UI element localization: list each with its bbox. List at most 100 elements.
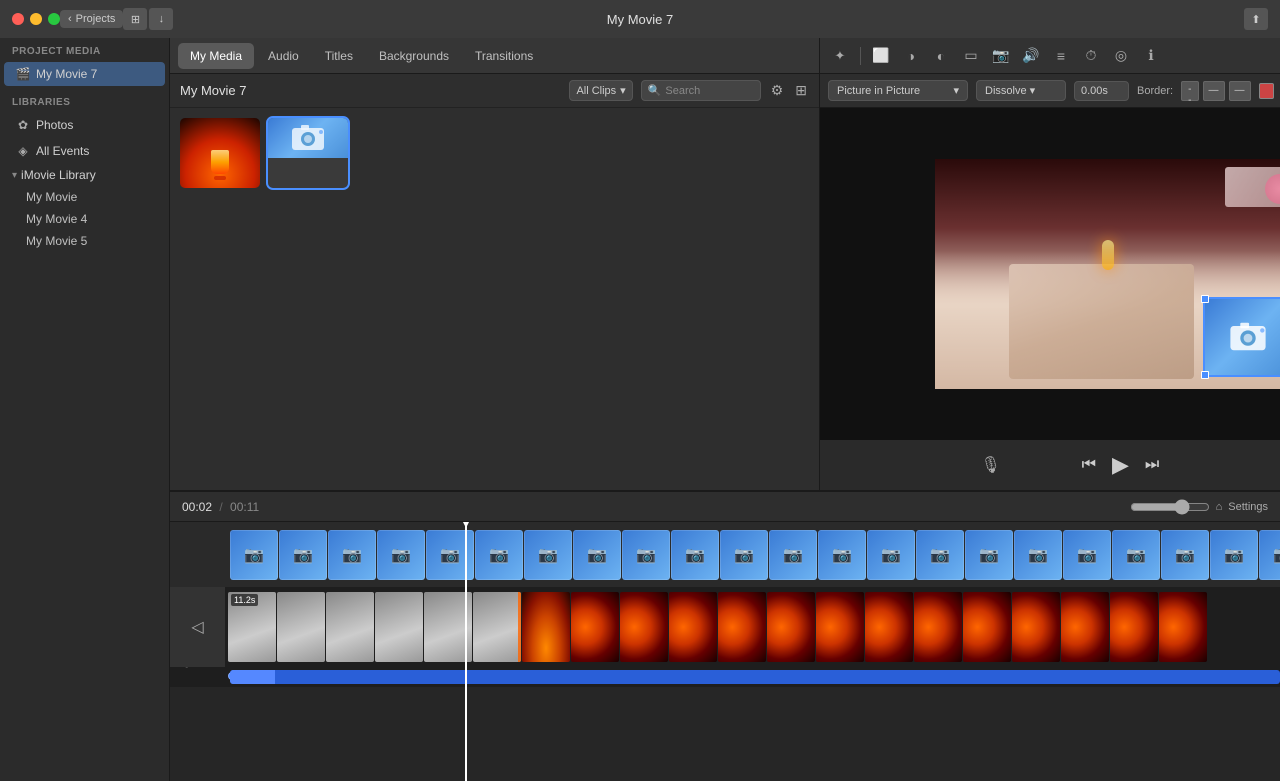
download-button[interactable]: ↓ <box>149 8 173 30</box>
video-frame-fireworks[interactable] <box>669 592 717 662</box>
video-frame[interactable] <box>277 592 325 662</box>
clip-cell[interactable]: 📷 <box>1210 530 1258 580</box>
video-frame-fireworks[interactable] <box>718 592 766 662</box>
grid-view-button[interactable]: ⊞ <box>123 8 147 30</box>
border-style-thick[interactable]: — <box>1229 81 1251 101</box>
border-style-dashed[interactable]: --- <box>1181 81 1198 101</box>
camera-settings-button[interactable]: 📷 <box>989 44 1013 68</box>
equalizer-button[interactable]: ≡ <box>1049 44 1073 68</box>
traffic-lights[interactable] <box>12 13 60 25</box>
crop-button[interactable]: ⬜ <box>869 44 893 68</box>
projects-button[interactable]: ‹ Projects <box>60 10 123 28</box>
track-expand-button[interactable]: ◁ <box>170 587 225 667</box>
hide-panel-button[interactable]: ⊞ <box>793 80 809 101</box>
clip-cell[interactable]: 📷 <box>279 530 327 580</box>
video-frame[interactable] <box>424 592 472 662</box>
video-frame[interactable] <box>473 592 521 662</box>
video-frame-fireworks[interactable] <box>1159 592 1207 662</box>
clip-cell[interactable]: 📷 <box>1063 530 1111 580</box>
share-button[interactable]: ⬆ <box>1244 8 1268 30</box>
clip-cell[interactable]: 📷 <box>1014 530 1062 580</box>
color-balance-button[interactable]: ◑ <box>899 44 923 68</box>
clip-cell[interactable]: 📷 <box>671 530 719 580</box>
timeline-tracks[interactable]: 📷 📷 📷 📷 📷 📷 📷 📷 📷 📷 📷 📷 📷 📷 <box>170 522 1280 781</box>
media-item-camera[interactable] <box>268 118 348 188</box>
clip-cell[interactable]: 📷 <box>769 530 817 580</box>
stabilize-button[interactable]: ◎ <box>1109 44 1133 68</box>
video-frame-fireworks[interactable] <box>620 592 668 662</box>
tab-my-media[interactable]: My Media <box>178 43 254 69</box>
video-frame-fireworks[interactable] <box>1110 592 1158 662</box>
clip-cell[interactable]: 📷 <box>328 530 376 580</box>
audio-bar[interactable] <box>230 670 1280 684</box>
play-button[interactable]: ▶ <box>1112 452 1129 478</box>
clip-cell[interactable]: 📷 <box>426 530 474 580</box>
pip-resize-handle-bl[interactable] <box>1201 371 1209 379</box>
video-frame-fireworks[interactable] <box>963 592 1011 662</box>
duration-input[interactable] <box>1074 81 1129 101</box>
search-input[interactable] <box>665 85 745 97</box>
close-button[interactable] <box>12 13 24 25</box>
media-settings-button[interactable]: ⚙ <box>769 80 786 101</box>
video-frame-fireworks[interactable] <box>816 592 864 662</box>
clip-cell[interactable]: 📷 <box>818 530 866 580</box>
clip-cell[interactable]: 📷 <box>1112 530 1160 580</box>
clip-cell[interactable]: 📷 <box>230 530 278 580</box>
video-frame-fireworks[interactable] <box>865 592 913 662</box>
info-button[interactable]: ℹ <box>1139 44 1163 68</box>
pip-resize-handle-tl[interactable] <box>1201 295 1209 303</box>
picture-in-picture-select[interactable]: Picture in Picture ▾ <box>828 80 968 101</box>
video-frame-fireworks[interactable] <box>1061 592 1109 662</box>
video-frame[interactable] <box>375 592 423 662</box>
clip-cell[interactable]: 📷 <box>524 530 572 580</box>
sidebar-item-my-movie-5[interactable]: My Movie 5 <box>0 230 169 252</box>
border-style-medium[interactable]: — <box>1203 81 1225 101</box>
video-frame[interactable]: 11.2s <box>228 592 276 662</box>
clip-cell[interactable]: 📷 <box>916 530 964 580</box>
video-frame-fireworks[interactable] <box>571 592 619 662</box>
media-item-fire[interactable] <box>180 118 260 188</box>
rewind-button[interactable]: ⏮ <box>1082 456 1096 474</box>
zoom-button[interactable] <box>48 13 60 25</box>
clip-cell[interactable]: 📷 <box>622 530 670 580</box>
clip-camera-icon: 📷 <box>489 545 509 565</box>
color-board-button[interactable]: ◐ <box>929 44 953 68</box>
sidebar-item-all-events[interactable]: ◈ All Events <box>4 139 165 163</box>
tab-backgrounds[interactable]: Backgrounds <box>367 43 461 69</box>
sidebar-item-my-movie[interactable]: 🎬 My Movie 7 <box>4 62 165 86</box>
timeline-settings[interactable]: ⌂ Settings <box>1130 499 1268 515</box>
zoom-slider[interactable] <box>1130 499 1210 515</box>
tab-transitions[interactable]: Transitions <box>463 43 545 69</box>
all-events-icon: ◈ <box>16 144 30 158</box>
microphone-button[interactable]: 🎙 <box>980 455 1000 475</box>
clip-cell[interactable]: 📷 <box>867 530 915 580</box>
clip-cell[interactable]: 📷 <box>965 530 1013 580</box>
clip-cell[interactable]: 📷 <box>475 530 523 580</box>
video-frame[interactable] <box>326 592 374 662</box>
video-frame-fire[interactable] <box>522 592 570 662</box>
clip-cell[interactable]: 📷 <box>377 530 425 580</box>
tab-titles[interactable]: Titles <box>313 43 365 69</box>
sidebar-item-my-movie-4[interactable]: My Movie 4 <box>0 208 169 230</box>
clips-filter-button[interactable]: All Clips ▾ <box>569 80 632 101</box>
sidebar-item-my-movie-sub[interactable]: My Movie <box>0 186 169 208</box>
clip-cell[interactable]: 📷 <box>573 530 621 580</box>
video-frame-fireworks[interactable] <box>1012 592 1060 662</box>
dissolve-select[interactable]: Dissolve ▾ <box>976 80 1066 101</box>
tab-audio[interactable]: Audio <box>256 43 311 69</box>
clip-cell[interactable]: 📷 <box>1259 530 1280 580</box>
volume-button[interactable]: 🔊 <box>1019 44 1043 68</box>
magic-tool-button[interactable]: ✦ <box>828 44 852 68</box>
pip-overlay[interactable] <box>1203 297 1280 377</box>
forward-button[interactable]: ⏭ <box>1145 456 1159 474</box>
video-frame-fireworks[interactable] <box>914 592 962 662</box>
crop-rotate-button[interactable]: ▭ <box>959 44 983 68</box>
clip-cell[interactable]: 📷 <box>1161 530 1209 580</box>
clip-cell[interactable]: 📷 <box>720 530 768 580</box>
minimize-button[interactable] <box>30 13 42 25</box>
speed-button[interactable]: ⏱ <box>1079 44 1103 68</box>
sidebar-item-photos[interactable]: ✿ Photos <box>4 113 165 137</box>
border-color-swatch[interactable] <box>1259 83 1274 99</box>
sidebar-imovie-library[interactable]: ▾ iMovie Library <box>0 164 169 186</box>
video-frame-fireworks[interactable] <box>767 592 815 662</box>
